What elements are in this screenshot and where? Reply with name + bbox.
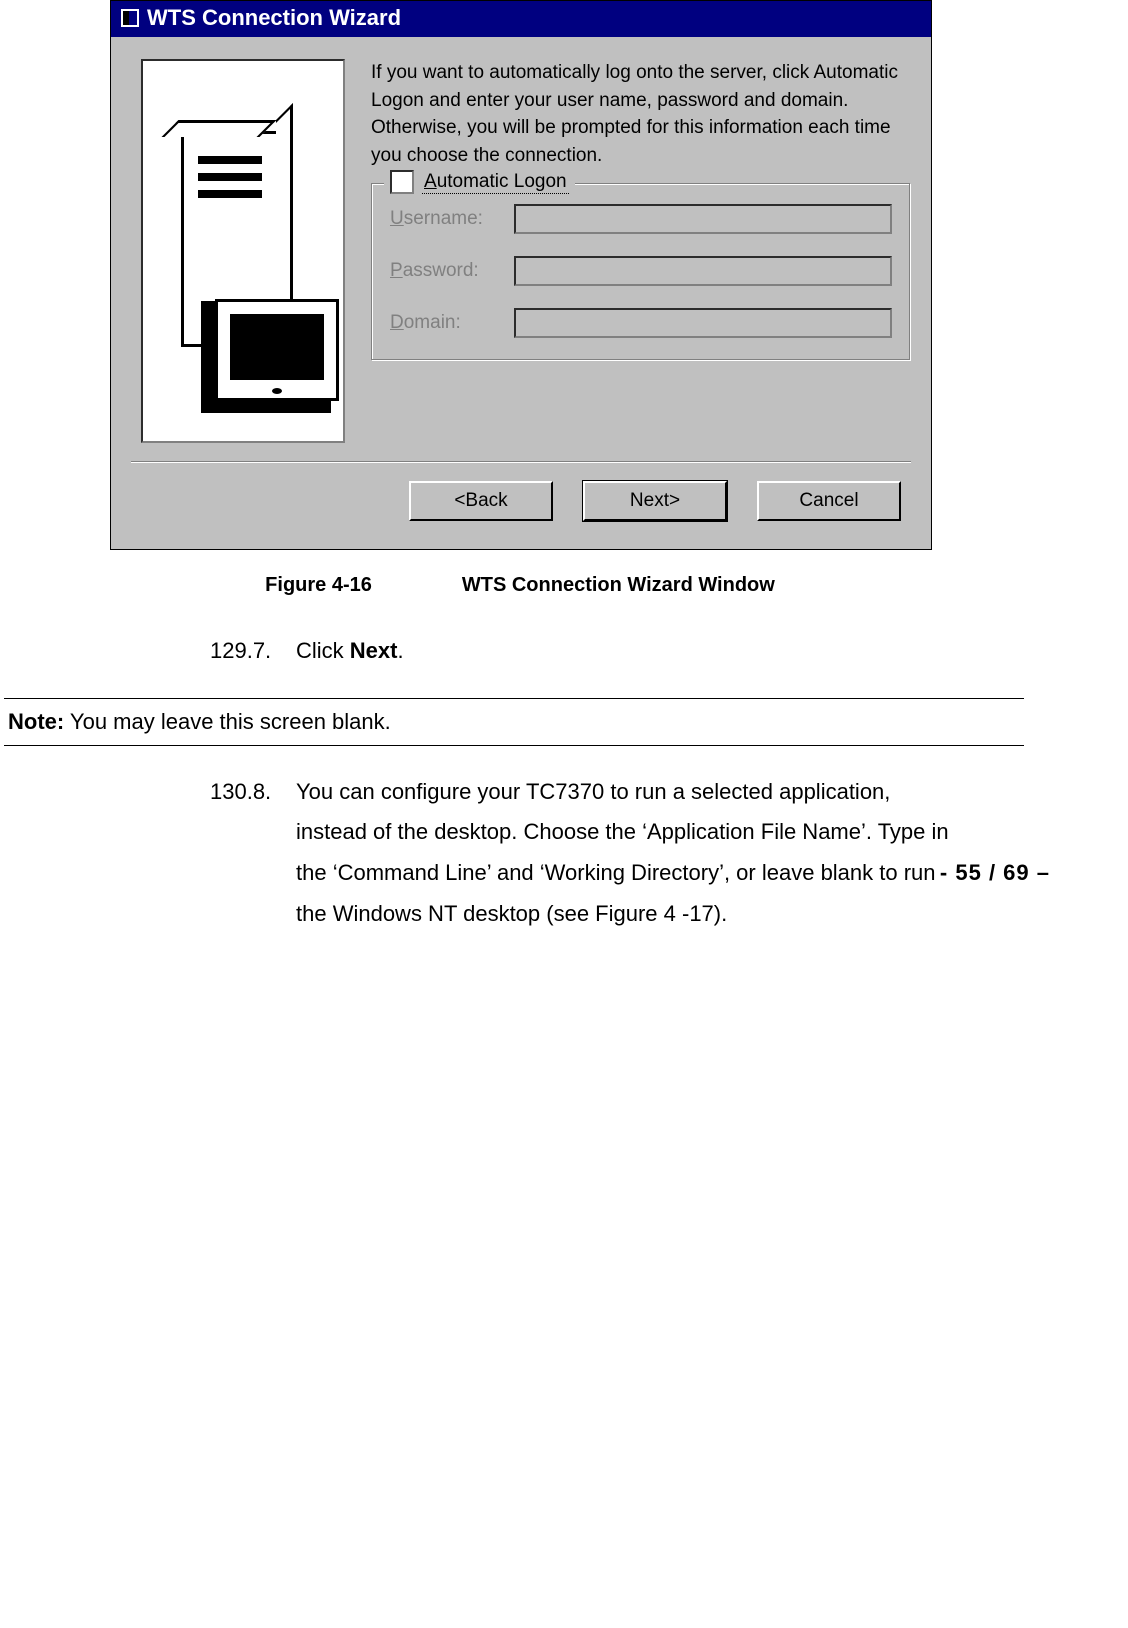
password-label: Password: — [390, 260, 500, 282]
password-input[interactable] — [514, 256, 892, 286]
domain-input[interactable] — [514, 308, 892, 338]
dialog-titlebar: WTS Connection Wizard — [111, 1, 931, 37]
note-block: Note: You may leave this screen blank. — [4, 698, 1024, 746]
page-number: - 55 / 69 – — [940, 860, 1050, 886]
domain-label: Domain: — [390, 312, 500, 334]
figure-title: WTS Connection Wizard Window — [462, 574, 775, 596]
automatic-logon-checkbox[interactable] — [390, 170, 414, 194]
step-number: 130.8. — [210, 772, 296, 935]
next-button[interactable]: Next> — [583, 481, 727, 521]
note-label: Note: — [8, 709, 64, 734]
note-text: You may leave this screen blank. — [64, 709, 391, 734]
back-button[interactable]: <Back — [409, 481, 553, 521]
figure-number: Figure 4-16 — [265, 574, 372, 596]
step-number: 129.7. — [210, 631, 296, 672]
cancel-button[interactable]: Cancel — [757, 481, 901, 521]
step-text: You can configure your TC7370 to run a s… — [296, 772, 950, 935]
dialog-title: WTS Connection Wizard — [147, 5, 401, 31]
username-label: Username: — [390, 208, 500, 230]
wizard-graphic — [141, 59, 345, 443]
wts-connection-wizard-dialog: WTS Connection Wizard If you want to aut… — [110, 0, 932, 550]
dialog-instructions: If you want to automatically log onto th… — [371, 59, 911, 169]
step-129-7: 129.7. Click Next. — [210, 631, 950, 672]
figure-caption: Figure 4-16 WTS Connection Wizard Window — [110, 574, 930, 597]
dialog-button-row: <Back Next> Cancel — [111, 463, 931, 549]
step-130-8: 130.8. You can configure your TC7370 to … — [210, 772, 950, 935]
automatic-logon-label: Automatic Logon — [422, 171, 569, 194]
app-icon — [121, 9, 139, 27]
automatic-logon-group: Automatic Logon Username: Password: Doma… — [371, 183, 911, 361]
username-input[interactable] — [514, 204, 892, 234]
